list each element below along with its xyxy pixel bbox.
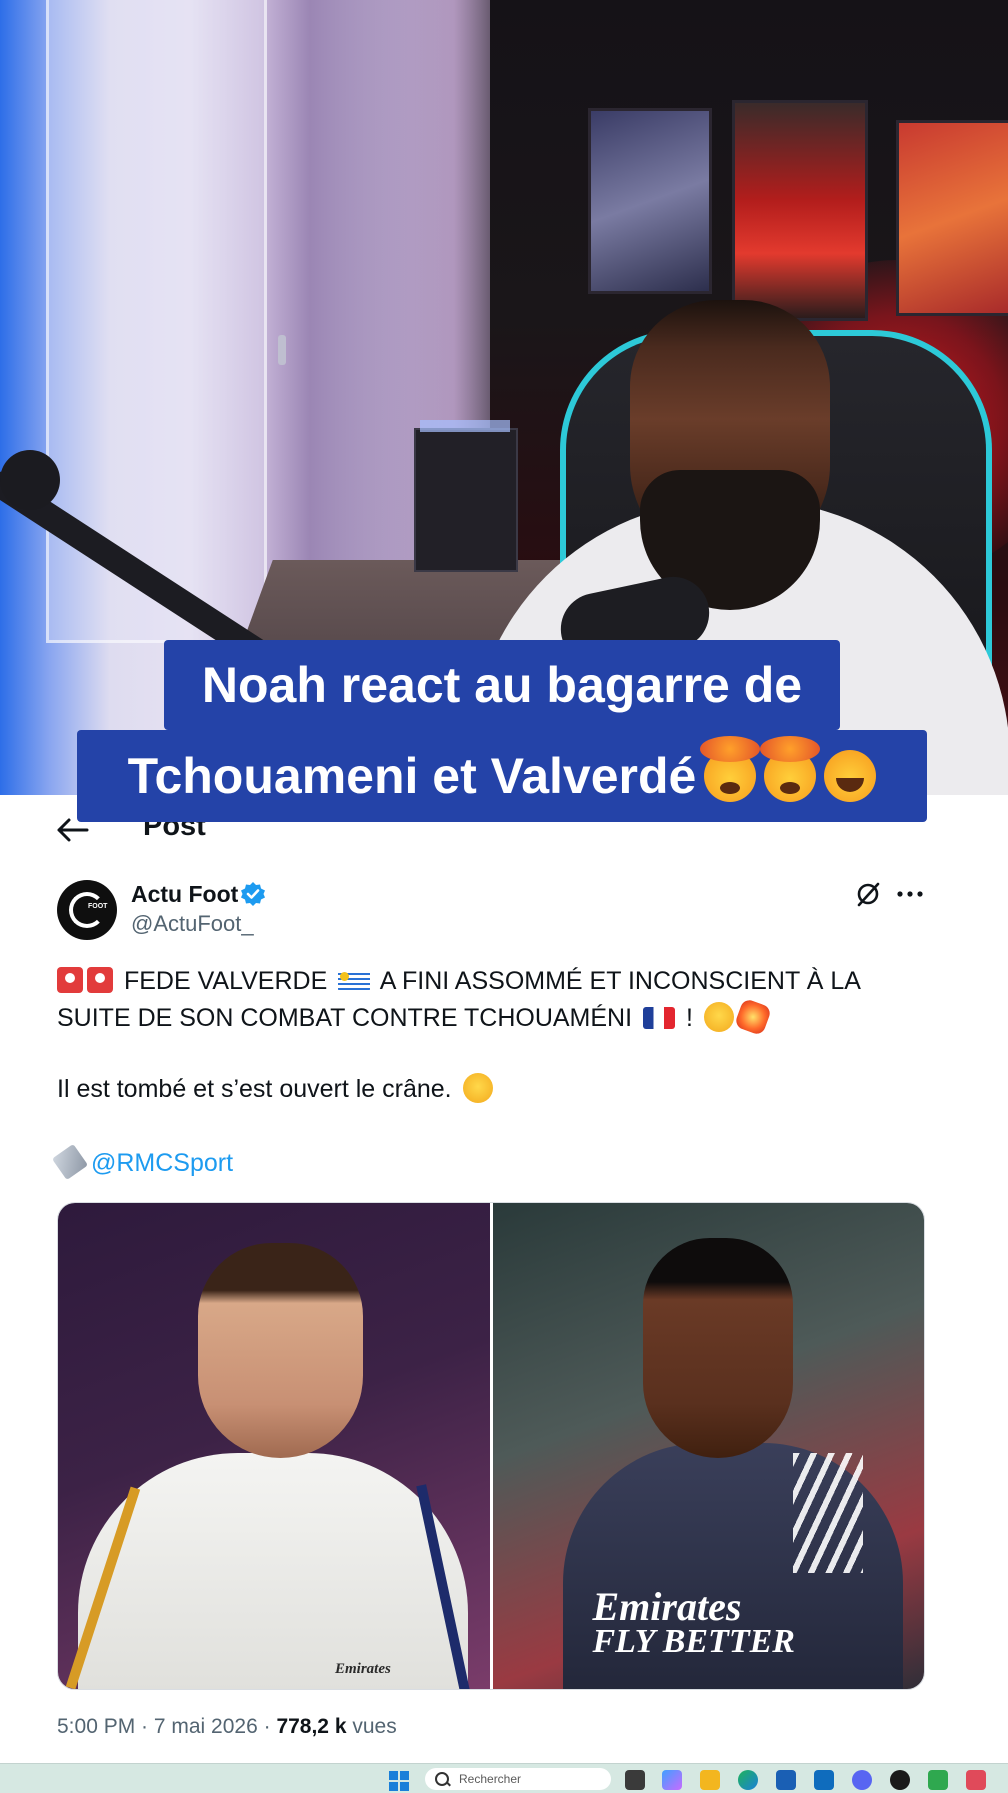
unamused-face-emoji-icon bbox=[462, 1073, 493, 1103]
author-handle[interactable]: @ActuFoot_ bbox=[131, 911, 254, 937]
shelf bbox=[414, 428, 518, 572]
sponsor-text: Emirates bbox=[335, 1661, 391, 1677]
photo-valverde[interactable]: Emirates bbox=[58, 1203, 490, 1689]
app-icon[interactable] bbox=[890, 1770, 910, 1790]
uruguay-flag-icon bbox=[338, 970, 371, 992]
tweet-text-part: Il est tombé et s’est ouvert le crâne. bbox=[57, 1075, 452, 1103]
avatar[interactable]: FOOT bbox=[57, 880, 117, 940]
tweet-media[interactable]: Emirates Emirates FLY BETTER bbox=[57, 1202, 925, 1690]
task-view-icon[interactable] bbox=[625, 1770, 645, 1790]
verified-badge-icon bbox=[241, 882, 265, 906]
player-head bbox=[642, 1238, 793, 1458]
door-handle bbox=[278, 335, 286, 365]
screaming-face-emoji-icon bbox=[703, 1002, 734, 1032]
france-flag-icon bbox=[643, 1007, 676, 1029]
search-icon bbox=[435, 1772, 449, 1786]
shirt-stripes bbox=[792, 1453, 863, 1573]
tweet-metadata: 5:00 PM · 7 mai 2026 · 778,2 k vues bbox=[57, 1715, 397, 1739]
rolling-laughing-emoji-icon bbox=[824, 750, 877, 802]
edge-browser-icon[interactable] bbox=[738, 1770, 758, 1790]
tweet-text-part: ! bbox=[685, 1004, 693, 1032]
search-placeholder: Rechercher bbox=[459, 1772, 522, 1786]
grok-icon[interactable] bbox=[855, 881, 881, 907]
siren-emoji-icon bbox=[57, 967, 83, 993]
exploding-head-emoji-icon bbox=[760, 736, 821, 802]
more-options-icon[interactable] bbox=[895, 885, 925, 903]
mention-link[interactable]: @RMCSport bbox=[91, 1149, 233, 1177]
windows-start-icon[interactable] bbox=[389, 1771, 409, 1791]
wall-poster bbox=[896, 120, 1008, 316]
file-explorer-icon[interactable] bbox=[700, 1770, 720, 1790]
wall-poster bbox=[732, 100, 868, 321]
mic-arm-joint bbox=[0, 450, 60, 510]
tweet-post: Post FOOT Actu Foot @ActuFoot_ FEDE VALV… bbox=[0, 795, 1008, 1763]
windows-taskbar: Rechercher bbox=[0, 1763, 1008, 1793]
views-count: 778,2 k bbox=[276, 1715, 347, 1738]
tweet-text-line: Il est tombé et s’est ouvert le crâne. bbox=[57, 1071, 917, 1108]
sponsor-slogan: FLY BETTER bbox=[592, 1623, 795, 1660]
app-icon[interactable] bbox=[966, 1770, 986, 1790]
views-label: vues bbox=[346, 1715, 397, 1738]
newspaper-emoji-icon bbox=[51, 1143, 89, 1181]
caption-line-2: Tchouameni et Valverdé bbox=[77, 730, 927, 822]
caption-text: Noah react au bagarre de bbox=[201, 657, 803, 713]
outlook-icon[interactable] bbox=[814, 1770, 834, 1790]
author-name[interactable]: Actu Foot bbox=[131, 881, 238, 908]
avatar-text: FOOT bbox=[88, 903, 108, 910]
siren-emoji-icon bbox=[87, 967, 113, 993]
avatar-logo bbox=[69, 892, 105, 928]
tweet-text-main: FEDE VALVERDE A FINI ASSOMMÉ ET INCONSCI… bbox=[57, 963, 917, 1037]
store-icon[interactable] bbox=[776, 1770, 796, 1790]
taskbar-search[interactable]: Rechercher bbox=[425, 1768, 611, 1790]
discord-icon[interactable] bbox=[852, 1770, 872, 1790]
collision-emoji-icon bbox=[733, 997, 773, 1037]
tweet-source: @RMCSport bbox=[51, 1143, 917, 1182]
caption-line-1: Noah react au bagarre de bbox=[164, 640, 840, 730]
utorrent-icon[interactable] bbox=[928, 1770, 948, 1790]
photo-tchouameni[interactable]: Emirates FLY BETTER bbox=[492, 1203, 924, 1689]
wall-poster bbox=[588, 108, 712, 294]
exploding-head-emoji-icon bbox=[700, 736, 761, 802]
shelf-light bbox=[420, 420, 510, 432]
tweet-text-part: FEDE VALVERDE bbox=[123, 967, 328, 995]
copilot-icon[interactable] bbox=[662, 1770, 682, 1790]
player-head bbox=[198, 1243, 363, 1458]
timestamp[interactable]: 5:00 PM · 7 mai 2026 · bbox=[57, 1715, 276, 1738]
caption-text: Tchouameni et Valverdé bbox=[127, 748, 697, 804]
